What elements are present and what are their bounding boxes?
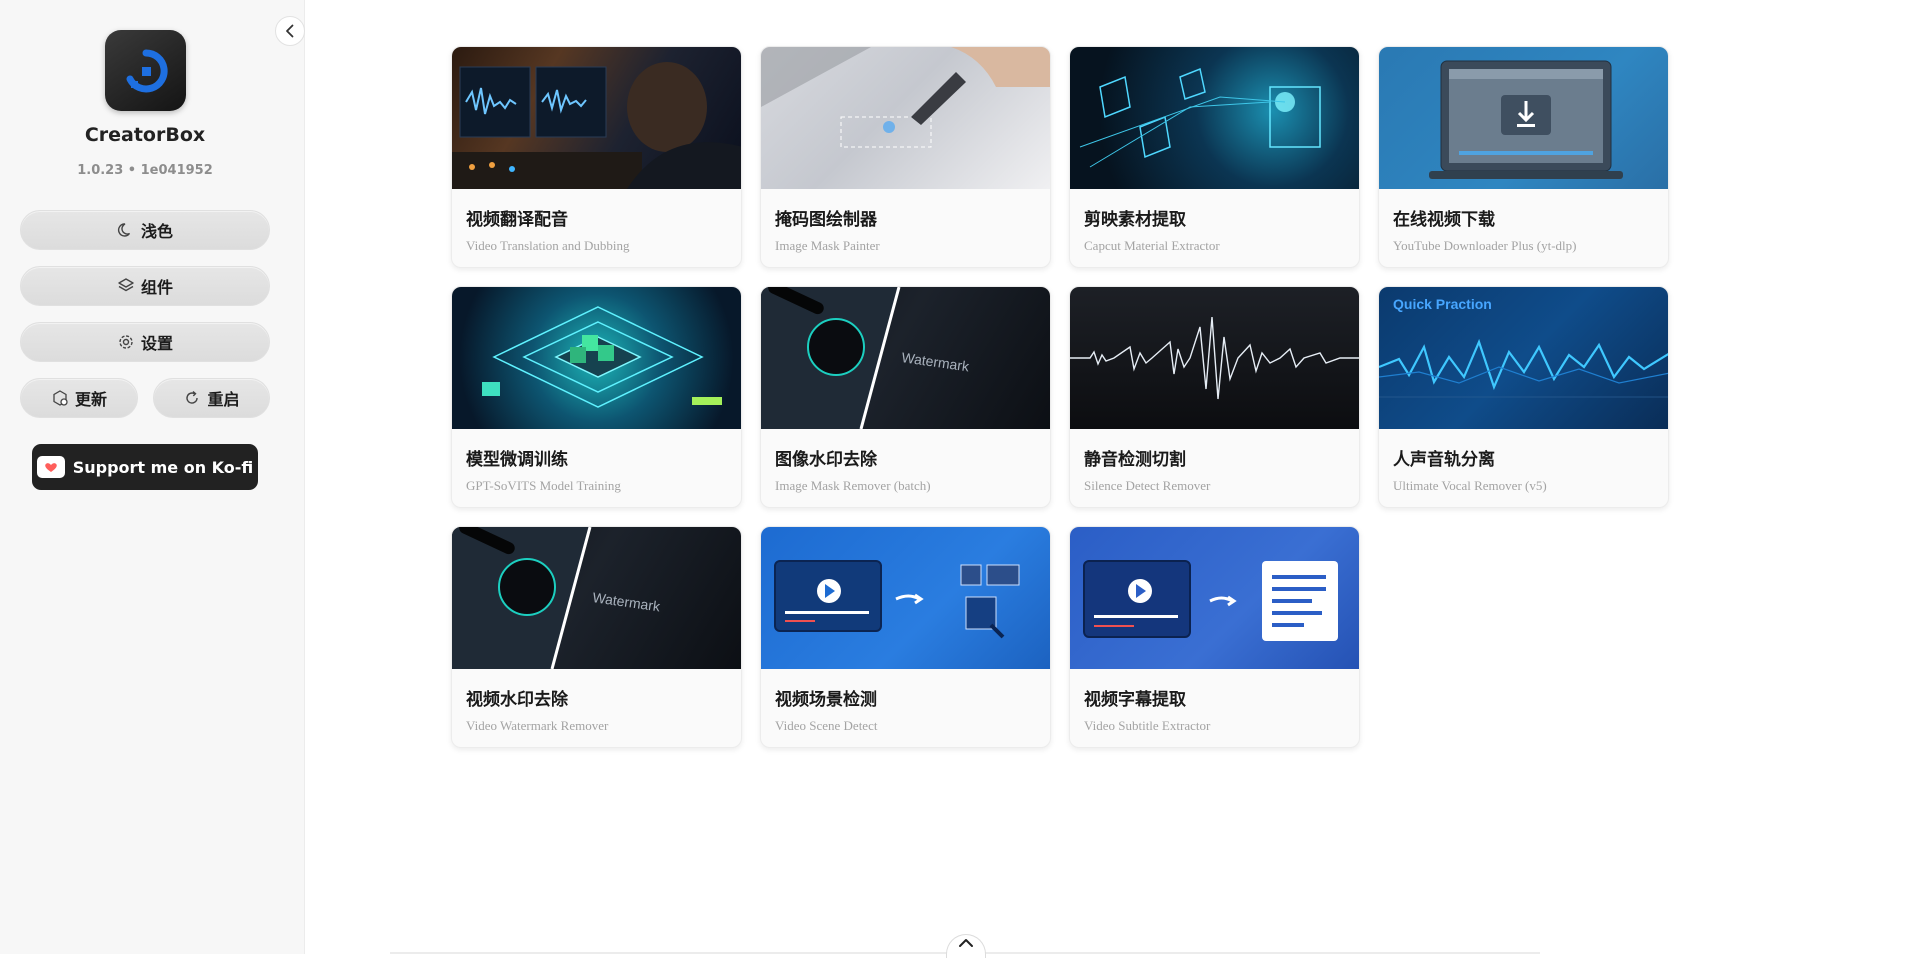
chevron-left-icon — [286, 24, 294, 38]
update-button-label: 更新 — [74, 390, 107, 409]
quick-practice-text: Quick Praction — [1393, 296, 1492, 312]
tool-card-capcut-extractor[interactable]: 剪映素材提取 Capcut Material Extractor — [1069, 46, 1360, 268]
theme-toggle-button[interactable]: 浅色 — [20, 210, 270, 250]
app-version: 1.0.23 • 1e041952 — [77, 163, 213, 178]
tool-grid: 视频翻译配音 Video Translation and Dubbing 掩码图… — [451, 46, 1669, 748]
tool-card-video-watermark-remover[interactable]: Watermark 视频水印去除 Video Watermark Remover — [451, 526, 742, 748]
tool-title: 视频翻译配音 — [466, 210, 568, 230]
tool-title: 图像水印去除 — [775, 450, 877, 470]
tool-thumbnail: Watermark — [452, 527, 741, 669]
refresh-icon — [183, 389, 201, 407]
tool-title: 人声音轨分离 — [1393, 450, 1495, 470]
tool-subtitle: Image Mask Remover (batch) — [775, 478, 931, 493]
components-button-label: 组件 — [140, 278, 173, 297]
tool-title: 掩码图绘制器 — [775, 210, 877, 230]
scroll-top-button[interactable] — [946, 934, 986, 958]
tool-subtitle: YouTube Downloader Plus (yt-dlp) — [1393, 238, 1577, 253]
tool-title: 静音检测切割 — [1084, 450, 1186, 470]
tool-subtitle: Video Watermark Remover — [466, 718, 609, 733]
tool-subtitle: Capcut Material Extractor — [1084, 238, 1220, 253]
tool-thumbnail: Quick Praction — [1379, 287, 1668, 429]
watermark-text: Watermark — [592, 589, 662, 614]
tool-title: 在线视频下载 — [1393, 210, 1495, 230]
tool-card-video-translation[interactable]: 视频翻译配音 Video Translation and Dubbing — [451, 46, 742, 268]
tool-title: 剪映素材提取 — [1084, 210, 1186, 230]
watermark-text: Watermark — [901, 349, 971, 374]
tool-thumbnail — [761, 47, 1050, 189]
chevron-up-icon — [959, 939, 973, 947]
tool-subtitle: Ultimate Vocal Remover (v5) — [1393, 478, 1547, 493]
tool-thumbnail — [1070, 527, 1359, 669]
tool-thumbnail — [1070, 287, 1359, 429]
tool-card-vocal-remover[interactable]: Quick Praction 人声音轨分离 Ultimate Vocal Rem… — [1378, 286, 1669, 508]
tool-card-silence-detect[interactable]: 静音检测切割 Silence Detect Remover — [1069, 286, 1360, 508]
kofi-cup-icon — [36, 456, 65, 478]
tool-thumbnail — [1379, 47, 1668, 189]
tool-card-subtitle-extractor[interactable]: 视频字幕提取 Video Subtitle Extractor — [1069, 526, 1360, 748]
tool-card-scene-detect[interactable]: 视频场景检测 Video Scene Detect — [760, 526, 1051, 748]
tool-title: 视频字幕提取 — [1084, 690, 1186, 710]
tool-title: 视频场景检测 — [775, 690, 877, 710]
tool-subtitle: Video Translation and Dubbing — [466, 238, 630, 253]
app-logo-icon — [126, 48, 168, 92]
tool-subtitle: Video Scene Detect — [775, 718, 878, 733]
settings-button[interactable]: 设置 — [20, 322, 270, 362]
components-button[interactable]: 组件 — [20, 266, 270, 306]
sidebar-collapse-button[interactable] — [275, 16, 305, 46]
tool-thumbnail — [452, 287, 741, 429]
tool-title: 视频水印去除 — [466, 690, 568, 710]
sidebar: CreatorBox 1.0.23 • 1e041952 浅色 组件 设置 更新… — [0, 0, 305, 954]
tool-subtitle: Silence Detect Remover — [1084, 478, 1211, 493]
update-button[interactable]: 更新 — [20, 378, 138, 418]
tool-thumbnail: Watermark — [761, 287, 1050, 429]
kofi-label: Support me on Ko-fi — [72, 457, 254, 477]
tool-subtitle: Image Mask Painter — [775, 238, 880, 253]
tool-thumbnail — [761, 527, 1050, 669]
moon-icon — [117, 221, 135, 239]
tool-title: 模型微调训练 — [466, 450, 568, 470]
tool-card-online-video-download[interactable]: 在线视频下载 YouTube Downloader Plus (yt-dlp) — [1378, 46, 1669, 268]
app-logo — [105, 30, 186, 111]
restart-button-label: 重启 — [207, 390, 240, 409]
layers-icon — [117, 277, 135, 295]
settings-button-label: 设置 — [140, 334, 173, 353]
tool-subtitle: GPT-SoVITS Model Training — [466, 478, 621, 493]
tool-card-image-watermark-remover[interactable]: Watermark 图像水印去除 Image Mask Remover (bat… — [760, 286, 1051, 508]
tool-card-model-training[interactable]: 模型微调训练 GPT-SoVITS Model Training — [451, 286, 742, 508]
theme-button-label: 浅色 — [140, 222, 173, 241]
tool-subtitle: Video Subtitle Extractor — [1084, 718, 1211, 733]
app-name: CreatorBox — [84, 124, 206, 146]
restart-button[interactable]: 重启 — [153, 378, 270, 418]
kofi-support-button[interactable]: Support me on Ko-fi — [32, 444, 258, 490]
tool-thumbnail — [452, 47, 741, 189]
tool-card-image-mask-painter[interactable]: 掩码图绘制器 Image Mask Painter — [760, 46, 1051, 268]
gear-icon — [117, 333, 135, 351]
tool-thumbnail — [1070, 47, 1359, 189]
update-icon — [51, 389, 69, 407]
